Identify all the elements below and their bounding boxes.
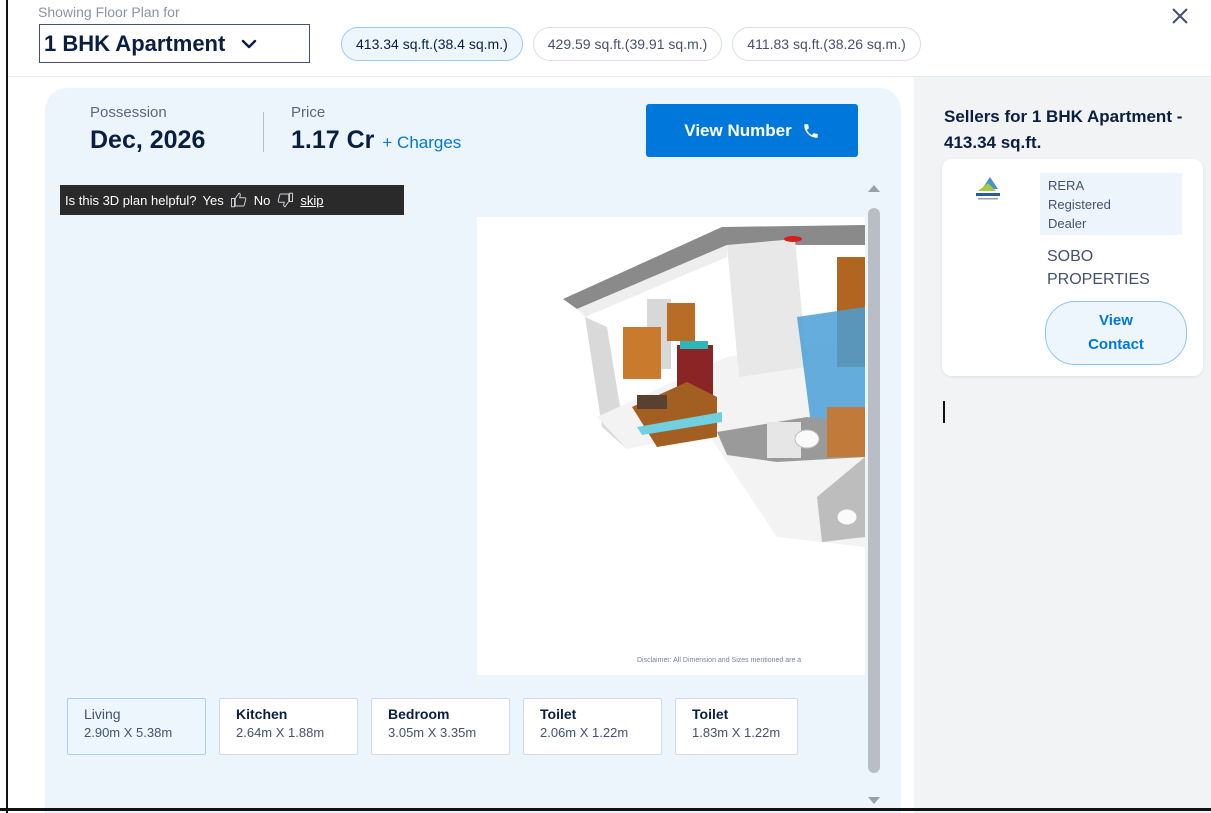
thumbs-down-icon[interactable]	[276, 191, 294, 209]
room-card-toilet-2[interactable]: Toilet 1.83m X 1.22m	[675, 698, 798, 755]
configuration-selected-value: 1 BHK Apartment	[44, 30, 226, 56]
close-button[interactable]	[1166, 2, 1194, 30]
sellers-panel: Sellers for 1 BHK Apartment - 413.34 sq.…	[914, 77, 1211, 813]
scroll-up-arrow-icon[interactable]	[868, 185, 880, 192]
price-value: 1.17 Cr	[291, 126, 375, 154]
charges-link[interactable]: + Charges	[382, 133, 461, 153]
scroll-down-arrow-icon[interactable]	[868, 797, 880, 804]
price-label: Price	[291, 104, 326, 121]
feedback-no[interactable]: No	[254, 193, 271, 208]
size-options: 413.34 sq.ft.(38.4 sq.m.) 429.59 sq.ft.(…	[341, 27, 921, 61]
3d-floor-plan-illustration	[563, 225, 865, 547]
text-cursor	[943, 401, 945, 423]
size-option-1[interactable]: 413.34 sq.ft.(38.4 sq.m.)	[341, 27, 523, 61]
room-name: Toilet	[692, 706, 729, 722]
floor-plan-panel: Possession Dec, 2026 Price 1.17 Cr + Cha…	[45, 88, 901, 813]
chevron-down-icon	[242, 39, 257, 48]
room-dimensions: 2.90m X 5.38m	[84, 725, 173, 740]
seller-card: RERA Registered Dealer SOBO PROPERTIES V…	[942, 159, 1203, 376]
info-divider	[263, 112, 264, 152]
seller-name-line: PROPERTIES	[1047, 271, 1150, 288]
plan-disclaimer: Disclaimer: All Dimension and Sizes ment…	[637, 657, 802, 664]
view-contact-button[interactable]: View Contact	[1045, 301, 1187, 365]
price-row: 1.17 Cr + Charges	[291, 126, 461, 155]
room-dimensions: 3.05m X 3.35m	[388, 725, 477, 740]
showing-floor-plan-label: Showing Floor Plan for	[38, 4, 180, 20]
possession-value: Dec, 2026	[90, 126, 206, 154]
room-name: Toilet	[540, 706, 577, 722]
thumbs-up-icon[interactable]	[230, 191, 248, 209]
seller-name-line: SOBO	[1047, 248, 1094, 265]
feedback-question: Is this 3D plan helpful?	[65, 192, 197, 208]
rera-badge-line: Registered	[1048, 197, 1111, 212]
room-name: Living	[84, 706, 121, 722]
plan-feedback-bar: Is this 3D plan helpful? Yes No skip	[60, 185, 404, 215]
possession-label: Possession	[90, 104, 167, 121]
room-card-bedroom[interactable]: Bedroom 3.05m X 3.35m	[371, 698, 510, 755]
room-dimensions: 2.64m X 1.88m	[236, 725, 325, 740]
rera-registered-badge: RERA Registered Dealer	[1040, 173, 1182, 235]
configuration-dropdown[interactable]: 1 BHK Apartment	[39, 24, 310, 63]
room-dimensions: 1.83m X 1.22m	[692, 725, 781, 740]
frame-border-bottom	[0, 808, 1211, 811]
rera-badge-line: Dealer	[1048, 216, 1087, 231]
phone-icon	[803, 123, 818, 138]
sellers-title: Sellers for 1 BHK Apartment - 413.34 sq.…	[944, 107, 1183, 152]
view-number-button[interactable]: View Number	[646, 104, 858, 157]
rera-badge-line: RERA	[1048, 178, 1085, 193]
room-name: Kitchen	[236, 706, 288, 722]
plan-scrollbar[interactable]	[867, 180, 881, 808]
room-dimensions-list: Living 2.90m X 5.38m Kitchen 2.64m X 1.8…	[67, 698, 798, 755]
room-name: Bedroom	[388, 706, 450, 722]
seller-name: SOBO PROPERTIES	[1047, 245, 1150, 291]
size-option-2[interactable]: 429.59 sq.ft.(39.91 sq.m.)	[532, 27, 723, 61]
scrollbar-thumb[interactable]	[868, 208, 880, 773]
feedback-yes[interactable]: Yes	[203, 193, 224, 208]
room-card-living[interactable]: Living 2.90m X 5.38m	[67, 698, 206, 755]
feedback-skip-link[interactable]: skip	[300, 193, 323, 208]
floor-plan-header: Showing Floor Plan for 1 BHK Apartment 4…	[8, 0, 1211, 77]
room-card-toilet-1[interactable]: Toilet 2.06m X 1.22m	[523, 698, 662, 755]
size-option-3[interactable]: 411.83 sq.ft.(38.26 sq.m.)	[732, 27, 921, 61]
view-number-label: View Number	[684, 120, 792, 140]
room-card-kitchen[interactable]: Kitchen 2.64m X 1.88m	[219, 698, 358, 755]
close-icon	[1172, 8, 1188, 24]
3d-floor-plan-image: Disclaimer: All Dimension and Sizes ment…	[477, 217, 865, 675]
seller-logo-icon	[976, 177, 1000, 200]
frame-border-left	[6, 0, 8, 813]
room-dimensions: 2.06m X 1.22m	[540, 725, 629, 740]
